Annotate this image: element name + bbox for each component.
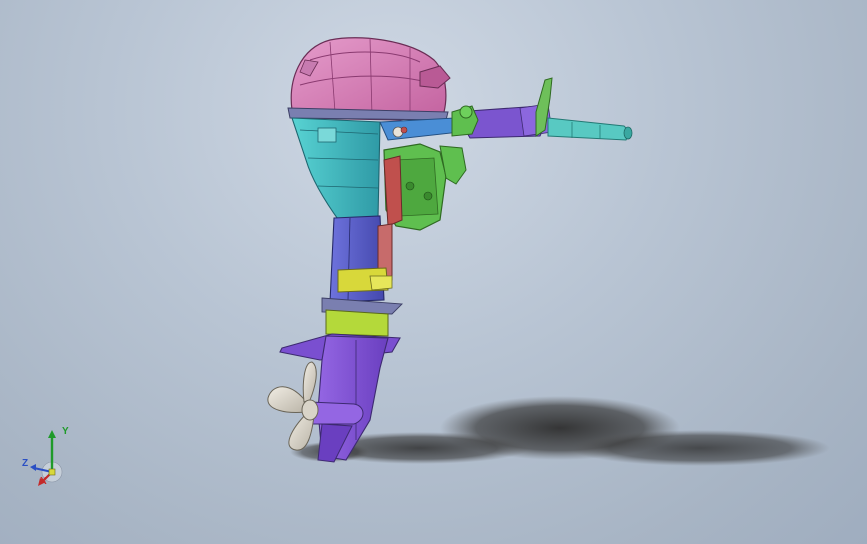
spacer-band: [321, 297, 404, 337]
axis-z-label: Z: [22, 458, 29, 469]
outboard-motor-model[interactable]: [0, 0, 867, 544]
axis-x-label: X: [40, 476, 47, 487]
shaft-housing: [329, 215, 393, 303]
clamp-bracket: [383, 143, 467, 231]
axis-y-label: Y: [62, 426, 69, 437]
cad-viewport[interactable]: Y Z X: [0, 0, 867, 544]
engine-cowling: [287, 37, 451, 121]
axis-triad[interactable]: Y Z X: [18, 424, 78, 494]
propeller: [267, 361, 319, 451]
tiller-arm: [454, 77, 633, 141]
